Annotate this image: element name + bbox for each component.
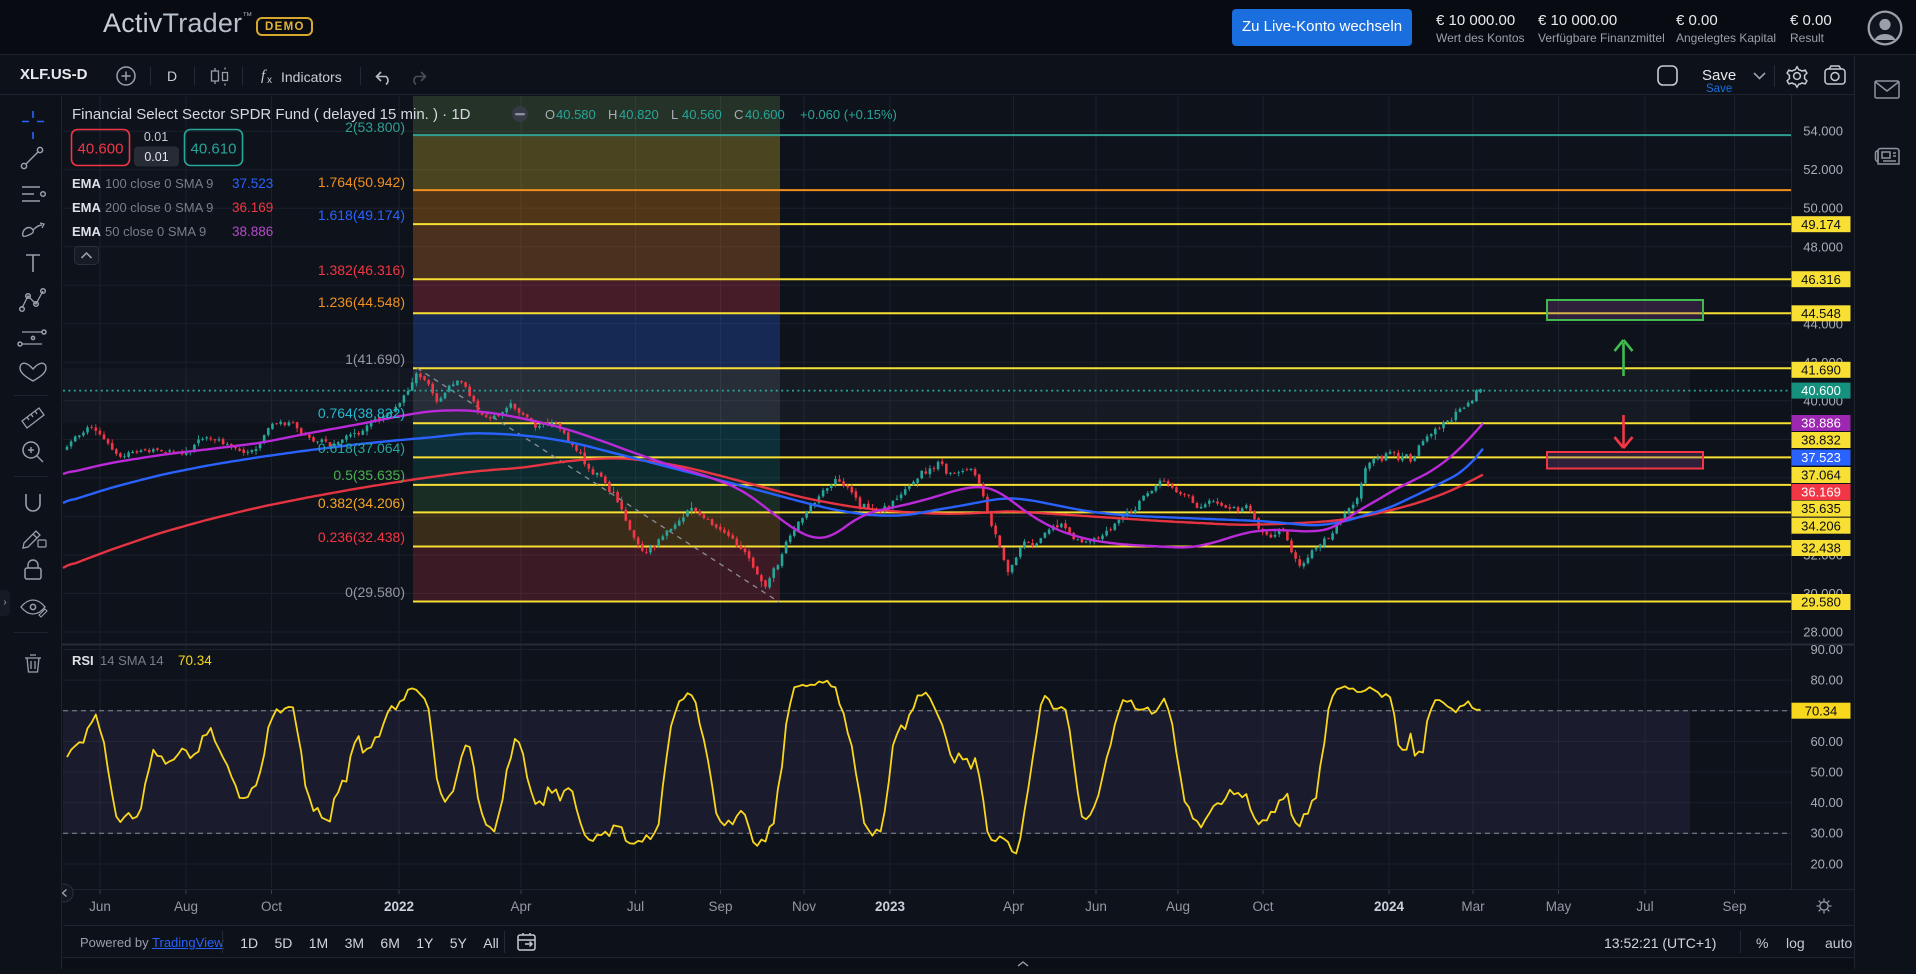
svg-text:40.600: 40.600 [78,141,124,158]
svg-text:0.01: 0.01 [144,150,168,164]
svg-text:0.236(32.438): 0.236(32.438) [318,529,405,545]
svg-text:Jul: Jul [627,899,644,914]
svg-text:30.00: 30.00 [1810,826,1843,841]
svg-text:O: O [545,107,555,122]
svg-text:100 close 0 SMA 9: 100 close 0 SMA 9 [105,176,213,191]
svg-text:90.00: 90.00 [1810,642,1843,657]
svg-text:Nov: Nov [792,899,816,914]
svg-text:L: L [671,107,678,122]
svg-text:Apr: Apr [1003,899,1025,914]
svg-text:38.832: 38.832 [1801,433,1841,448]
svg-text:+0.060 (+0.15%): +0.060 (+0.15%) [800,107,897,122]
svg-text:40.560: 40.560 [682,107,722,122]
svg-text:44.548: 44.548 [1801,306,1841,321]
svg-text:Jun: Jun [1085,899,1107,914]
svg-text:80.00: 80.00 [1810,673,1843,688]
svg-text:32.438: 32.438 [1801,541,1841,556]
svg-text:1(41.690): 1(41.690) [345,351,405,367]
svg-text:40.600: 40.600 [745,107,785,122]
svg-text:37.523: 37.523 [1801,450,1841,465]
svg-text:Mar: Mar [1461,899,1485,914]
svg-text:Apr: Apr [510,899,532,914]
svg-text:38.886: 38.886 [1801,416,1841,431]
svg-text:1.618(49.174): 1.618(49.174) [318,207,405,223]
svg-text:40.820: 40.820 [619,107,659,122]
svg-text:Save: Save [1702,67,1736,84]
svg-text:54.000: 54.000 [1803,124,1843,139]
svg-text:40.600: 40.600 [1801,383,1841,398]
svg-text:0.764(38.832): 0.764(38.832) [318,405,405,421]
svg-text:50.00: 50.00 [1810,765,1843,780]
svg-text:38.886: 38.886 [232,224,273,239]
svg-text:Sep: Sep [1722,899,1746,914]
svg-text:48.000: 48.000 [1803,239,1843,254]
svg-text:EMA: EMA [72,176,102,191]
svg-text:20.00: 20.00 [1810,856,1843,871]
svg-text:Jun: Jun [89,899,111,914]
svg-text:1.236(44.548): 1.236(44.548) [318,294,405,310]
svg-text:34.206: 34.206 [1801,518,1841,533]
svg-text:0(29.580): 0(29.580) [345,584,405,600]
svg-text:14 SMA 14: 14 SMA 14 [100,653,164,668]
svg-text:35.635: 35.635 [1801,501,1841,516]
svg-text:36.169: 36.169 [1801,485,1841,500]
svg-text:200 close 0 SMA 9: 200 close 0 SMA 9 [105,200,213,215]
svg-text:1.382(46.316): 1.382(46.316) [318,262,405,278]
svg-text:H: H [608,107,617,122]
svg-text:49.174: 49.174 [1801,217,1841,232]
svg-text:70.34: 70.34 [1805,703,1838,718]
svg-text:28.000: 28.000 [1803,624,1843,639]
svg-text:2022: 2022 [384,899,414,914]
svg-text:RSI: RSI [72,653,94,668]
svg-text:40.610: 40.610 [191,141,237,158]
svg-text:41.690: 41.690 [1801,362,1841,377]
svg-text:Financial Select Sector SPDR F: Financial Select Sector SPDR Fund ( dela… [72,106,471,123]
svg-text:Aug: Aug [174,899,198,914]
svg-text:0.382(34.206): 0.382(34.206) [318,495,405,511]
svg-text:0.618(37.064): 0.618(37.064) [318,440,405,456]
svg-text:EMA: EMA [72,200,102,215]
svg-text:Jul: Jul [1636,899,1653,914]
svg-text:2023: 2023 [875,899,906,914]
svg-text:Save: Save [1706,83,1732,95]
svg-text:May: May [1546,899,1572,914]
svg-text:D: D [167,68,177,84]
svg-text:50.000: 50.000 [1803,201,1843,216]
svg-text:Aug: Aug [1166,899,1190,914]
svg-text:40.580: 40.580 [556,107,596,122]
svg-text:1.764(50.942): 1.764(50.942) [318,174,405,190]
svg-text:x: x [267,75,272,86]
svg-text:Oct: Oct [1252,899,1273,914]
svg-text:36.169: 36.169 [232,200,273,215]
svg-text:C: C [734,107,743,122]
svg-text:60.00: 60.00 [1810,734,1843,749]
svg-text:0.5(35.635): 0.5(35.635) [333,467,405,483]
svg-text:Oct: Oct [261,899,282,914]
svg-text:50 close 0 SMA 9: 50 close 0 SMA 9 [105,224,206,239]
svg-text:Sep: Sep [708,899,732,914]
svg-text:EMA: EMA [72,224,102,239]
svg-text:46.316: 46.316 [1801,272,1841,287]
svg-text:37.064: 37.064 [1801,468,1841,483]
svg-text:37.523: 37.523 [232,176,273,191]
svg-text:29.580: 29.580 [1801,595,1841,610]
svg-text:0.01: 0.01 [144,130,168,144]
svg-text:40.00: 40.00 [1810,795,1843,810]
svg-text:2024: 2024 [1374,899,1405,914]
svg-text:70.34: 70.34 [178,653,212,668]
svg-text:52.000: 52.000 [1803,162,1843,177]
